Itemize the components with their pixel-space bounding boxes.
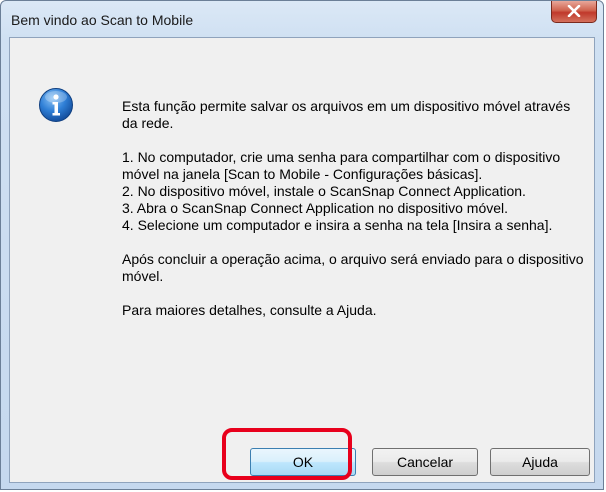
step-1: 1. No computador, crie uma senha para co… [122, 149, 561, 182]
dialog-body: Esta função permite salvar os arquivos e… [9, 37, 595, 483]
info-icon [39, 88, 73, 122]
message-text: Esta função permite salvar os arquivos e… [122, 98, 588, 319]
help-button[interactable]: Ajuda [490, 448, 590, 476]
close-button[interactable] [551, 1, 597, 23]
close-icon [567, 5, 581, 17]
window-title: Bem vindo ao Scan to Mobile [11, 12, 194, 28]
ok-button[interactable]: OK [250, 448, 356, 476]
help-note: Para maiores detalhes, consulte a Ajuda. [122, 302, 377, 318]
title-bar[interactable]: Bem vindo ao Scan to Mobile [1, 1, 603, 37]
step-3: 3. Abra o ScanSnap Connect Application n… [122, 200, 509, 216]
after-text: Após concluir a operação acima, o arquiv… [122, 251, 584, 284]
cancel-button[interactable]: Cancelar [372, 448, 478, 476]
step-2: 2. No dispositivo móvel, instale o ScanS… [122, 183, 526, 199]
step-4: 4. Selecione um computador e insira a se… [122, 217, 553, 233]
intro-text: Esta função permite salvar os arquivos e… [122, 98, 571, 131]
dialog-window: Bem vindo ao Scan to Mobile Esta função … [0, 0, 604, 490]
